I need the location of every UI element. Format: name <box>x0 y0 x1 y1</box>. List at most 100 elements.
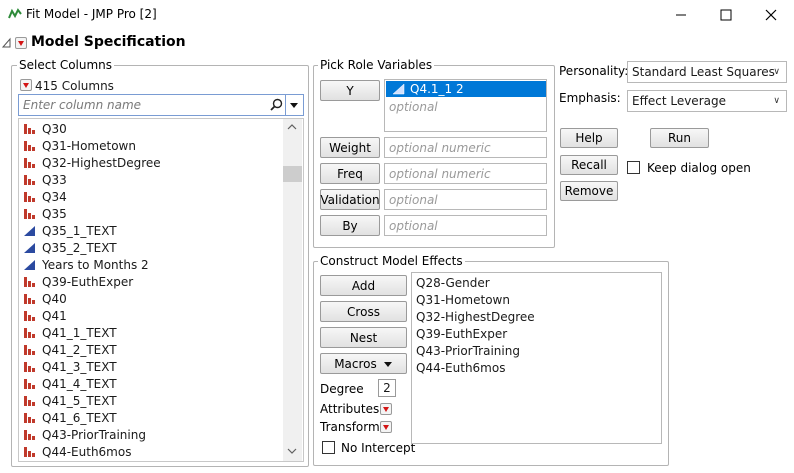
column-list-item[interactable]: Years to Months 2 <box>23 256 149 273</box>
transform-red-triangle-menu[interactable] <box>380 421 392 433</box>
model-effect-item[interactable]: Q28-Gender <box>416 276 490 290</box>
model-effect-item[interactable]: Q32-HighestDegree <box>416 310 535 324</box>
column-list-item[interactable]: Q41_3_TEXT <box>23 358 117 375</box>
column-list-item[interactable]: Q41_5_TEXT <box>23 392 117 409</box>
nominal-bar-icon <box>24 140 35 151</box>
emphasis-label: Emphasis: <box>559 91 621 105</box>
column-list-item[interactable]: Q32-HighestDegree <box>23 154 161 171</box>
nominal-bar-icon <box>24 361 35 372</box>
column-name: Q41_6_TEXT <box>42 410 117 425</box>
column-list-item[interactable]: Q35_2_TEXT <box>23 239 117 256</box>
column-list-item[interactable]: Q34 <box>23 188 67 205</box>
model-effect-item[interactable]: Q31-Hometown <box>416 293 510 307</box>
nominal-bar-icon <box>24 344 35 355</box>
y-selected-label: Q4.1_1 2 <box>410 82 464 96</box>
column-list-item[interactable]: Q35 <box>23 205 67 222</box>
nominal-bar-icon <box>24 293 35 304</box>
nominal-bar-icon <box>24 429 35 440</box>
column-list-item[interactable]: Q30 <box>23 120 67 137</box>
cross-effect-button[interactable]: Cross <box>320 301 407 322</box>
close-button[interactable] <box>748 0 794 30</box>
column-list-item[interactable]: Q41_4_TEXT <box>23 375 117 392</box>
column-list-item[interactable]: Q44-Euth6mos <box>23 443 131 460</box>
model-effects-list[interactable]: Q28-Gender Q31-Hometown Q32-HighestDegree Q… <box>411 272 662 444</box>
add-effect-button[interactable]: Add <box>320 275 407 296</box>
remove-button[interactable]: Remove <box>560 181 618 201</box>
attributes-red-triangle-menu[interactable] <box>380 403 392 415</box>
keep-dialog-open-label: Keep dialog open <box>647 161 751 175</box>
nominal-bar-icon <box>24 446 35 457</box>
no-intercept-checkbox[interactable] <box>322 441 335 454</box>
model-effect-item[interactable]: Q43-PriorTraining <box>416 344 520 358</box>
by-role-button[interactable]: By <box>320 215 380 236</box>
macros-label: Macros <box>334 356 377 371</box>
validation-role-button[interactable]: Validation <box>320 189 380 210</box>
columns-red-triangle-menu[interactable] <box>20 79 32 91</box>
search-icon[interactable] <box>270 98 283 111</box>
outline-collapse-icon[interactable] <box>2 37 12 49</box>
maximize-button[interactable] <box>703 0 749 30</box>
minimize-icon <box>676 14 686 16</box>
keep-dialog-open-checkbox[interactable] <box>627 161 640 174</box>
nominal-bar-icon <box>24 310 35 321</box>
column-list-item[interactable]: Q33 <box>23 171 67 188</box>
close-icon <box>765 9 777 21</box>
column-name: Q35 <box>42 206 67 221</box>
column-name: Q35_2_TEXT <box>42 240 117 255</box>
recall-button[interactable]: Recall <box>560 155 618 175</box>
minimize-button[interactable] <box>658 0 704 30</box>
column-list[interactable]: Q30 Q31-Hometown Q32-HighestDegree Q33 Q34 Q3… <box>18 118 304 462</box>
chevron-down-icon <box>290 103 298 108</box>
column-name: Q30 <box>42 121 67 136</box>
column-name: Q41_5_TEXT <box>42 393 117 408</box>
window-title: Fit Model - JMP Pro [2] <box>26 7 157 21</box>
column-list-item[interactable]: Q41_2_TEXT <box>23 341 117 358</box>
column-list-item[interactable]: Q35_1_TEXT <box>23 222 117 239</box>
column-list-item[interactable]: Q40 <box>23 290 67 307</box>
search-options-dropdown[interactable] <box>286 94 304 116</box>
freq-role-button[interactable]: Freq <box>320 163 380 184</box>
column-name: Q44-Euth6mos <box>42 444 132 459</box>
degree-input[interactable]: 2 <box>378 379 396 397</box>
emphasis-select[interactable]: Effect Leverage ∨ <box>627 90 787 112</box>
model-spec-red-triangle-menu[interactable] <box>15 37 27 49</box>
scrollbar-thumb[interactable] <box>283 166 302 182</box>
column-name: Q31-Hometown <box>42 138 136 153</box>
degree-label: Degree <box>320 382 364 396</box>
column-name: Q33 <box>42 172 67 187</box>
scroll-up-icon[interactable] <box>287 123 297 131</box>
continuous-triangle-icon <box>392 83 405 95</box>
continuous-triangle-icon <box>24 242 35 253</box>
model-effect-item[interactable]: Q39-EuthExper <box>416 327 507 341</box>
column-name: Q41_2_TEXT <box>42 342 117 357</box>
column-list-item[interactable]: Q41 <box>23 307 67 324</box>
model-effect-item[interactable]: Q44-Euth6mos <box>416 361 505 375</box>
macros-button[interactable]: Macros <box>320 353 407 374</box>
select-columns-label: Select Columns <box>17 58 115 72</box>
nominal-bar-icon <box>24 327 35 338</box>
column-list-item[interactable]: Q43-PriorTraining <box>23 426 146 443</box>
column-count-label: 415 Columns <box>35 79 114 93</box>
personality-select[interactable]: Standard Least Squares ∨ <box>627 61 787 83</box>
nominal-bar-icon <box>24 208 35 219</box>
continuous-triangle-icon <box>24 259 35 270</box>
run-button[interactable]: Run <box>650 128 709 148</box>
column-list-item[interactable]: Q39-EuthExper <box>23 273 133 290</box>
chevron-down-icon: ∨ <box>773 67 780 77</box>
y-role-button[interactable]: Y <box>320 80 380 101</box>
nest-effect-button[interactable]: Nest <box>320 327 407 348</box>
help-button[interactable]: Help <box>560 128 618 148</box>
nominal-bar-icon <box>24 276 35 287</box>
weight-role-field[interactable]: optional numeric <box>384 137 547 158</box>
column-list-item[interactable]: Q41_1_TEXT <box>23 324 117 341</box>
freq-role-field[interactable]: optional numeric <box>384 163 547 184</box>
y-selected-item[interactable]: Q4.1_1 2 <box>386 81 546 97</box>
scroll-down-icon[interactable] <box>287 447 297 455</box>
column-list-item[interactable]: Q31-Hometown <box>23 137 136 154</box>
by-role-field[interactable]: optional <box>384 215 547 236</box>
weight-role-button[interactable]: Weight <box>320 137 380 158</box>
column-name: Q41_4_TEXT <box>42 376 117 391</box>
attributes-label: Attributes <box>320 402 380 416</box>
validation-role-field[interactable]: optional <box>384 189 547 210</box>
column-list-item[interactable]: Q41_6_TEXT <box>23 409 117 426</box>
